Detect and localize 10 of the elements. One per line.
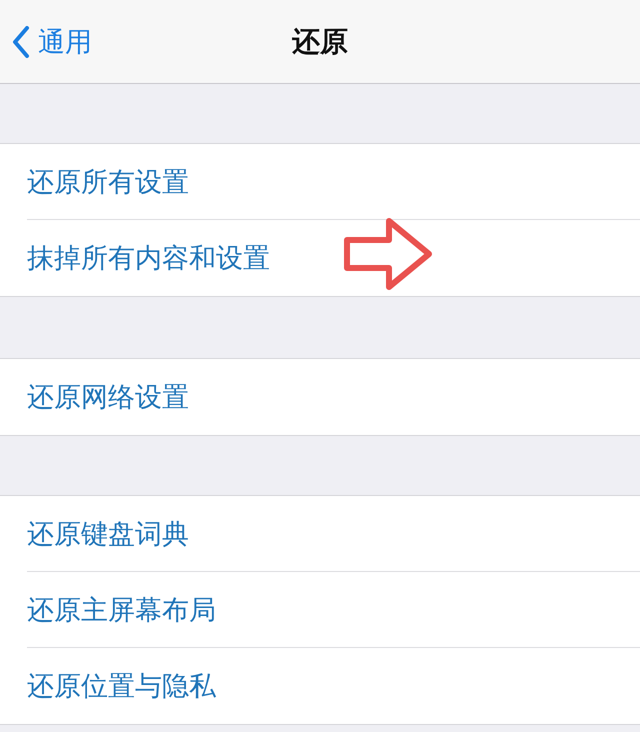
back-button[interactable]: 通用 [0,24,92,60]
nav-title: 还原 [292,24,348,60]
settings-item[interactable]: 还原网络设置 [27,379,189,415]
settings-item[interactable]: 抹掉所有内容和设置 [27,240,270,276]
settings-item[interactable]: 还原位置与隐私 [27,668,216,704]
settings-item[interactable]: 还原所有设置 [27,164,189,200]
chevron-left-icon [12,26,30,58]
settings-item[interactable]: 还原键盘词典 [27,516,189,552]
arrow-icon [343,216,435,292]
settings-item[interactable]: 还原主屏幕布局 [27,592,216,628]
